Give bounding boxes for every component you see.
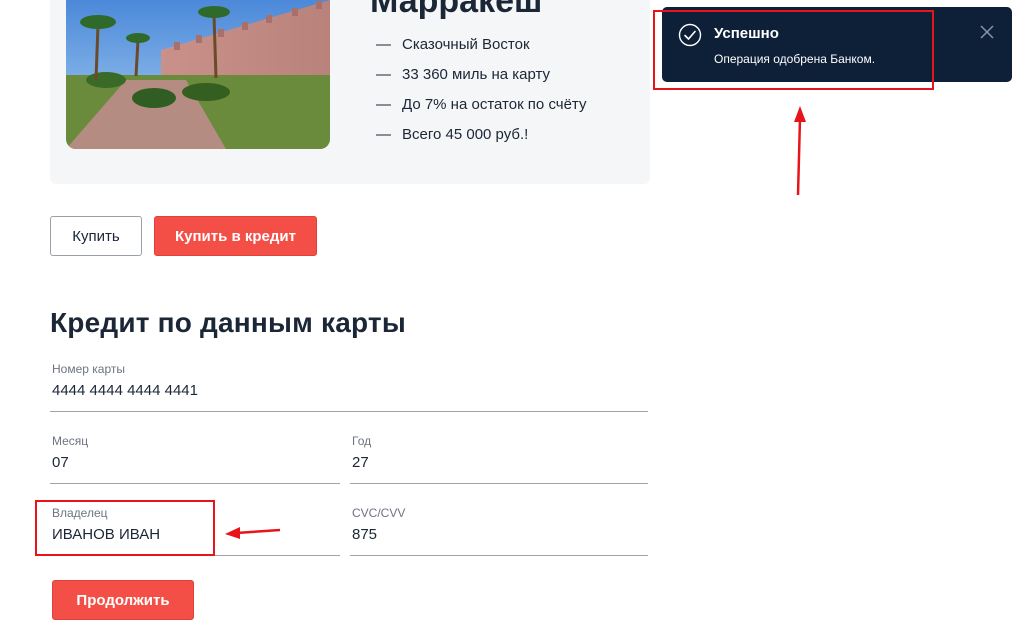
continue-button[interactable]: Продолжить xyxy=(52,580,194,620)
feature-text: Сказочный Восток xyxy=(402,36,530,53)
year-value[interactable]: 27 xyxy=(352,454,369,471)
card-number-label: Номер карты xyxy=(52,362,125,376)
feature-text: До 7% на остаток по счёту xyxy=(402,96,587,113)
dash-marker: — xyxy=(376,66,391,83)
offer-photo xyxy=(66,0,330,149)
list-item: — 33 360 миль на карту xyxy=(376,62,586,92)
month-label: Месяц xyxy=(52,434,89,448)
cvc-label: CVC/CVV xyxy=(352,506,406,520)
year-label: Год xyxy=(352,434,372,448)
feature-text: Всего 45 000 руб.! xyxy=(402,126,529,143)
check-circle-icon xyxy=(678,23,702,47)
buy-button[interactable]: Купить xyxy=(50,216,142,256)
dash-marker: — xyxy=(376,96,391,113)
success-toast: Успешно Операция одобрена Банком. xyxy=(662,7,1012,82)
close-icon[interactable] xyxy=(978,23,996,41)
buy-credit-button[interactable]: Купить в кредит xyxy=(154,216,317,256)
month-value[interactable]: 07 xyxy=(52,454,69,471)
toast-title: Успешно xyxy=(714,25,779,42)
owner-field[interactable]: Владелец ИВАНОВ ИВАН xyxy=(50,506,340,556)
cvc-field[interactable]: CVC/CVV 875 xyxy=(350,506,648,556)
list-item: — Сказочный Восток xyxy=(376,32,586,62)
year-field[interactable]: Год 27 xyxy=(350,434,648,484)
toast-message: Операция одобрена Банком. xyxy=(714,52,876,66)
list-item: — До 7% на остаток по счёту xyxy=(376,92,586,122)
owner-label: Владелец xyxy=(52,506,108,520)
month-field[interactable]: Месяц 07 xyxy=(50,434,340,484)
feature-text: 33 360 миль на карту xyxy=(402,66,551,83)
card-number-value[interactable]: 4444 4444 4444 4441 xyxy=(52,382,198,399)
offer-title: Марракеш xyxy=(370,0,543,20)
cvc-value[interactable]: 875 xyxy=(352,526,377,543)
card-number-field[interactable]: Номер карты 4444 4444 4444 4441 xyxy=(50,362,648,412)
offer-features-list: — Сказочный Восток —33 360 миль на карту … xyxy=(376,32,586,152)
annotation-arrow-up xyxy=(794,106,806,196)
dash-marker: — xyxy=(376,126,391,143)
owner-value[interactable]: ИВАНОВ ИВАН xyxy=(52,526,160,543)
list-item: — Всего 45 000 руб.! xyxy=(376,122,586,152)
section-title: Кредит по данным карты xyxy=(50,307,406,338)
page: Марракеш — Сказочный Восток — 33 360 миль … xyxy=(0,0,1024,644)
dash-marker: — xyxy=(376,36,391,53)
